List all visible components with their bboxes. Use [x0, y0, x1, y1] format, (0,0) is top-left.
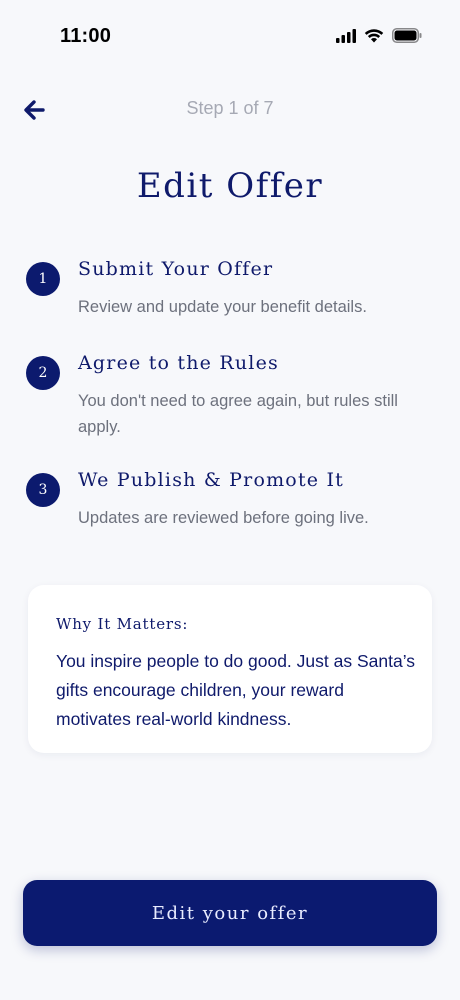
step-title: We Publish & Promote It: [78, 469, 344, 491]
battery-icon: [392, 28, 422, 43]
step-number-badge: 2: [26, 356, 60, 390]
step-number-badge: 1: [26, 262, 60, 296]
step-description: Updates are reviewed before going live.: [78, 509, 369, 527]
step-number-badge: 3: [26, 473, 60, 507]
card-title: Why It Matters:: [56, 615, 189, 633]
step-indicator: Step 1 of 7: [186, 98, 274, 118]
status-bar: 11:00: [0, 0, 460, 76]
edit-offer-button[interactable]: Edit your offer: [23, 880, 437, 946]
status-time: 11:00: [60, 25, 112, 47]
page-title: Edit Offer: [136, 166, 324, 206]
card-body: You inspire people to do good. Just as S…: [56, 651, 416, 729]
why-it-matters-card: Why It Matters: You inspire people to do…: [28, 585, 432, 753]
step-description: Review and update your benefit details.: [78, 298, 367, 316]
step-title: Submit Your Offer: [78, 258, 274, 280]
step-title: Agree to the Rules: [78, 352, 279, 374]
status-icons: [336, 28, 422, 43]
step-description: You don't need to agree again, but rules…: [78, 392, 398, 436]
signal-icon: [336, 28, 356, 43]
top-nav: Step 1 of 7: [0, 90, 460, 130]
wifi-icon: [364, 29, 384, 43]
